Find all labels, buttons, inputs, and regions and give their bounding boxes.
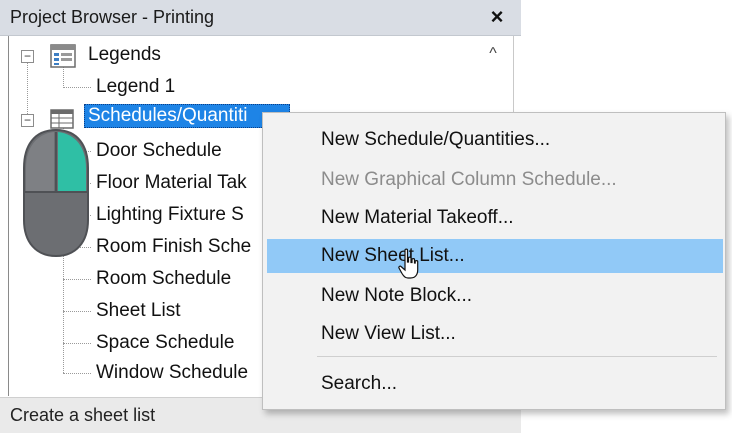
menu-item-new-note-block[interactable]: New Note Block... <box>267 279 723 311</box>
tree-node-schedules-quantities[interactable]: Schedules/Quantiti <box>84 104 290 128</box>
menu-item-search[interactable]: Search... <box>267 367 723 399</box>
tree-guide-line <box>27 62 28 118</box>
tree-node-room-schedule[interactable]: Room Schedule <box>96 268 231 290</box>
window-title: Project Browser - Printing <box>10 7 215 27</box>
menu-item-new-sheet-list[interactable]: New Sheet List... <box>267 239 723 273</box>
title-bar: Project Browser - Printing × <box>0 0 521 36</box>
collapse-legends-toggle[interactable]: − <box>21 50 34 63</box>
tree-node-room-finish-schedule[interactable]: Room Finish Sche <box>96 236 251 258</box>
menu-item-new-view-list[interactable]: New View List... <box>267 317 723 349</box>
right-click-mouse-icon <box>23 128 89 258</box>
tree-node-lighting-fixture-schedule[interactable]: Lighting Fixture S <box>96 204 244 226</box>
menu-item-label: New Graphical Column Schedule... <box>321 169 617 190</box>
tree-node-space-schedule[interactable]: Space Schedule <box>96 332 234 354</box>
scroll-up-button[interactable]: ^ <box>483 44 503 64</box>
legend-view-icon <box>50 44 76 68</box>
tree-guide-line <box>63 373 91 374</box>
menu-item-label: Search... <box>321 373 398 394</box>
menu-item-label: New Sheet List... <box>321 245 465 266</box>
menu-item-new-material-takeoff[interactable]: New Material Takeoff... <box>267 201 723 233</box>
tree-node-window-schedule[interactable]: Window Schedule <box>96 362 248 384</box>
menu-separator <box>317 356 717 357</box>
tree-guide-line <box>63 87 91 88</box>
menu-item-label: New Note Block... <box>321 285 472 306</box>
tree-guide-line <box>63 343 91 344</box>
context-menu: New Schedule/Quantities... New Graphical… <box>262 112 726 410</box>
collapse-schedules-toggle[interactable]: − <box>21 114 34 127</box>
tree-guide-line <box>63 311 91 312</box>
hand-pointer-cursor <box>398 248 419 279</box>
tree-node-legends[interactable]: Legends <box>88 44 161 66</box>
tree-node-floor-material-takeoff[interactable]: Floor Material Tak <box>96 172 247 194</box>
schedule-table-icon <box>50 109 74 129</box>
tree-node-door-schedule[interactable]: Door Schedule <box>96 140 222 162</box>
tree-guide-line <box>63 279 91 280</box>
close-button[interactable]: × <box>485 3 509 31</box>
tree-guide-line <box>63 66 64 88</box>
menu-item-new-schedule-quantities[interactable]: New Schedule/Quantities... <box>267 123 723 155</box>
tree-node-sheet-list[interactable]: Sheet List <box>96 300 181 322</box>
status-text: Create a sheet list <box>10 405 156 425</box>
menu-item-label: New Schedule/Quantities... <box>321 129 551 150</box>
menu-item-new-graphical-column-schedule: New Graphical Column Schedule... <box>267 163 723 195</box>
menu-item-label: New Material Takeoff... <box>321 207 514 228</box>
tree-node-legend-1[interactable]: Legend 1 <box>96 76 175 98</box>
menu-item-label: New View List... <box>321 323 456 344</box>
